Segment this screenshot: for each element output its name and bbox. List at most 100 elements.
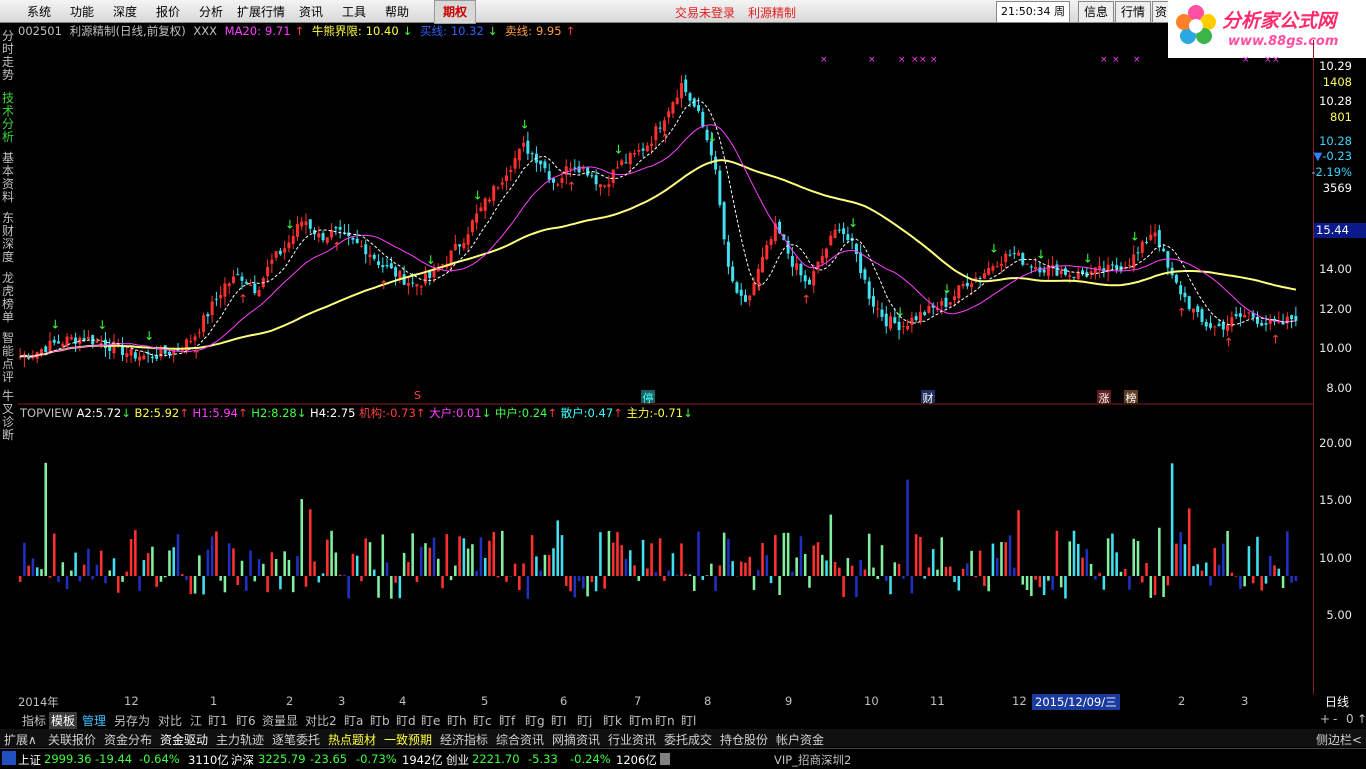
volume-bar [40,569,43,576]
menu-options[interactable]: 期权 [434,0,476,24]
zoom-in-button[interactable]: + [1320,712,1330,726]
tab-de[interactable]: 盯e [421,712,440,729]
tab-manage[interactable]: 管理 [82,712,106,729]
tab-hot-topics[interactable]: 热点题材 [328,731,376,748]
tab-niucha-diagnosis[interactable]: 牛叉诊断 [2,390,16,442]
tab-order-fills[interactable]: 委托成交 [664,731,712,748]
sidebar-toggle[interactable]: 侧边栏< [1316,731,1362,748]
tab-fund-drive[interactable]: 资金驱动 [160,731,208,748]
candle-body [206,314,209,316]
tab-intraday[interactable]: 分时走势 [2,30,16,82]
tab-account-funds[interactable]: 帐户资金 [776,731,824,748]
volume-bar [497,576,500,577]
volume-bar [74,553,77,576]
tab-dj[interactable]: 盯j [577,712,592,729]
tab-dm[interactable]: 盯m [629,712,653,729]
tab-jiang[interactable]: 江 [190,712,202,729]
tab-di[interactable]: 盯I [551,712,567,729]
tab-holdings[interactable]: 持仓股份 [720,731,768,748]
tab-fundamentals[interactable]: 基本资料 [2,152,16,204]
tab-tick-orders[interactable]: 逐笔委托 [272,731,320,748]
tab-dd[interactable]: 盯d [396,712,416,729]
tab-df[interactable]: 盯f [499,712,515,729]
candle-body [846,234,849,240]
tab-economic-indicators[interactable]: 经济指标 [440,731,488,748]
cy-label[interactable]: 创业 [446,752,469,768]
price-volume-chart[interactable]: ↓↓↓↑↑↓↑↑↓↓↓↑↓↑↓↑↑↓↓↓↓↓↓↓↑↑↑ ×××××××××××× [18,40,1314,694]
tab-indicator[interactable]: 指标 [22,712,46,729]
menu-depth[interactable]: 深度 [113,3,137,20]
period-label[interactable]: 日线 [1325,693,1349,710]
menu-news[interactable]: 资讯 [299,3,323,20]
volume-bar [565,576,568,586]
volume-bar [296,556,299,576]
candle-body [249,285,252,286]
info-button[interactable]: 信息 [1078,1,1114,23]
candle-body [475,213,478,222]
tab-d6[interactable]: 盯6 [236,712,256,729]
candle-body [300,222,303,227]
tab-compare[interactable]: 对比 [158,712,182,729]
tab-eastmoney-depth[interactable]: 东财深度 [2,212,16,264]
signal-arrow: ↓ [848,216,858,230]
trade-login-status[interactable]: 交易未登录 [675,4,735,21]
menu-extended-quote[interactable]: 扩展行情 [237,3,285,20]
market-icon [2,751,16,765]
market-button[interactable]: 行情 [1115,1,1151,23]
reset-button[interactable]: 0 [1346,712,1354,726]
menu-quote[interactable]: 报价 [156,3,180,20]
volume-bar [1115,552,1118,576]
tab-dc[interactable]: 盯c [473,712,492,729]
sh-label[interactable]: 上证 [18,752,41,768]
candle-body [1192,309,1195,313]
tab-expand[interactable]: 扩展∧ [4,731,37,748]
candle-body [138,356,141,360]
volume-bar [748,557,751,576]
tab-volume-show[interactable]: 资量显 [262,712,298,729]
volume-bar [855,576,858,597]
tab-smart-review[interactable]: 智能点评 [2,332,16,384]
stock-title: 利源精制(日线,前复权) [70,24,186,38]
menu-function[interactable]: 功能 [70,3,94,20]
tab-dl[interactable]: 盯l [681,712,696,729]
tab-dragon-tiger-list[interactable]: 龙虎榜单 [2,272,16,324]
menu-system[interactable]: 系统 [27,3,51,20]
candle-body [1209,323,1212,328]
candle-body [625,162,628,163]
tab-industry-news[interactable]: 行业资讯 [608,731,656,748]
tab-fund-distribution[interactable]: 资金分布 [104,731,152,748]
tab-save-as[interactable]: 另存为 [114,712,150,729]
volume-bar [241,561,244,576]
tab-dk[interactable]: 盯k [603,712,622,729]
tab-digest-news[interactable]: 网摘资讯 [552,731,600,748]
hs-label[interactable]: 沪深 [231,752,254,768]
tab-dn[interactable]: 盯n [655,712,675,729]
tab-dh[interactable]: 盯h [447,712,467,729]
volume-bar [774,535,777,576]
candle-body [57,341,60,343]
tab-da[interactable]: 盯a [344,712,363,729]
signal-arrow: ↓ [144,329,154,343]
menu-tools[interactable]: 工具 [342,3,366,20]
tab-consensus[interactable]: 一致预期 [384,731,432,748]
tab-technical[interactable]: 技术分析 [2,92,16,144]
tab-compare2[interactable]: 对比2 [305,712,337,729]
tab-general-news[interactable]: 综合资讯 [496,731,544,748]
tab-d1[interactable]: 盯1 [208,712,228,729]
tab-main-track[interactable]: 主力轨迹 [216,731,264,748]
volume-bar [915,534,918,576]
candle-body [1162,249,1165,252]
tab-db[interactable]: 盯b [370,712,390,729]
hs-change: -23.65 [310,752,347,766]
menu-help[interactable]: 帮助 [385,3,409,20]
menu-analysis[interactable]: 分析 [199,3,223,20]
tab-related-quote[interactable]: 关联报价 [48,731,96,748]
candle-body [394,267,397,276]
up-button[interactable]: ↑ [1357,712,1366,726]
time-1: 1 [210,694,217,708]
tab-dg[interactable]: 盯g [525,712,545,729]
volume-bar [770,576,773,583]
tab-template[interactable]: 模板 [49,712,77,729]
zoom-out-button[interactable]: - [1333,712,1337,726]
candle-body [940,301,943,306]
